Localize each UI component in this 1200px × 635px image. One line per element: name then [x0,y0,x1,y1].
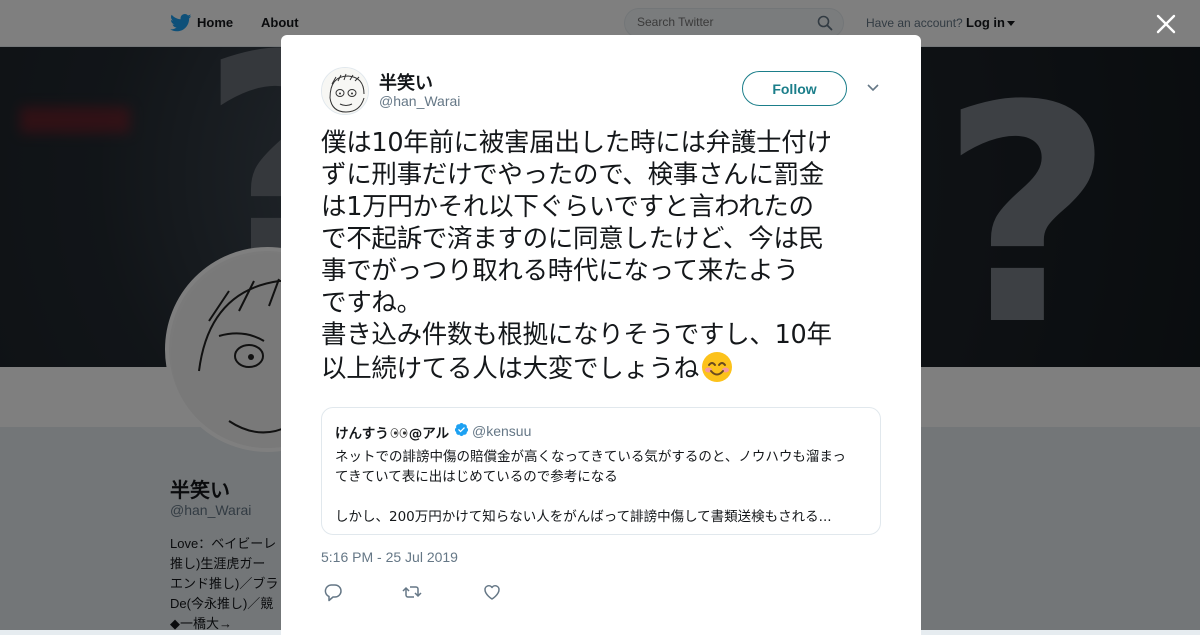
follow-button[interactable]: Follow [742,71,847,106]
tweet-modal: 半笑い @han_Warai Follow 僕は10年前に被害届出した時には弁護… [281,35,921,635]
quote-author-handle[interactable]: @kensuu [472,423,531,439]
quote-text-line: しかし、200万円かけて知らない人をがんばって誹謗中傷して書類送検もされる... [335,509,832,525]
tweet-last-line-wrap: 以上続けてる人は大変でしょうね [321,351,891,385]
author-name[interactable]: 半笑い [379,69,433,95]
tweet-line: ずに刑事だけでやったので、検事さんに罰金 [321,160,824,190]
eyes-emoji-icon [390,428,408,438]
tweet-line: 僕は10年前に被害届出した時には弁護士付け [321,128,832,158]
tweet-timestamp[interactable]: 5:16 PM - 25 Jul 2019 [321,549,458,565]
tweet-text: 僕は10年前に被害届出した時には弁護士付け ずに刑事だけでやったので、検事さんに… [321,127,891,385]
author-avatar[interactable] [321,67,369,115]
quote-name-prefix: けんすう [335,426,389,442]
quoted-tweet[interactable]: けんすう @アル @kensuu ネットでの誹謗中傷の賠償金が高くなってきている気… [321,407,881,535]
retweet-icon[interactable] [401,581,423,603]
quote-name-suffix: @アル [408,426,450,442]
tweet-line: は1万円かそれ以下ぐらいですと言われたの [321,192,814,222]
quote-text-line: ネットでの誹謗中傷の賠償金が高くなってきている気がするのと、ノウハウも溜まっ [335,449,846,465]
tweet-line: 書き込み件数も根拠になりそうですし、10年 [321,320,832,350]
heart-icon[interactable] [481,581,503,603]
chevron-down-icon[interactable] [866,83,880,93]
verified-badge-icon [454,422,469,437]
author-handle[interactable]: @han_Warai [379,93,460,109]
tweet-line: 事でがっつり取れる時代になって来たよう [321,256,799,286]
quote-text-line: てきていて表に出はじめているので参考になる [335,469,618,485]
avatar-drawing [322,68,368,114]
tweet-line: で不起訴で済ますのに同意したけど、今は民 [321,224,824,254]
tweet-line: 以上続けてる人は大変でしょうね [321,354,700,384]
reply-icon[interactable] [322,581,344,603]
tweet-line: ですね。 [321,288,422,318]
smiling-face-emoji-icon [702,352,733,382]
close-icon[interactable] [1155,13,1177,35]
quote-author-name[interactable]: けんすう @アル [335,422,449,442]
